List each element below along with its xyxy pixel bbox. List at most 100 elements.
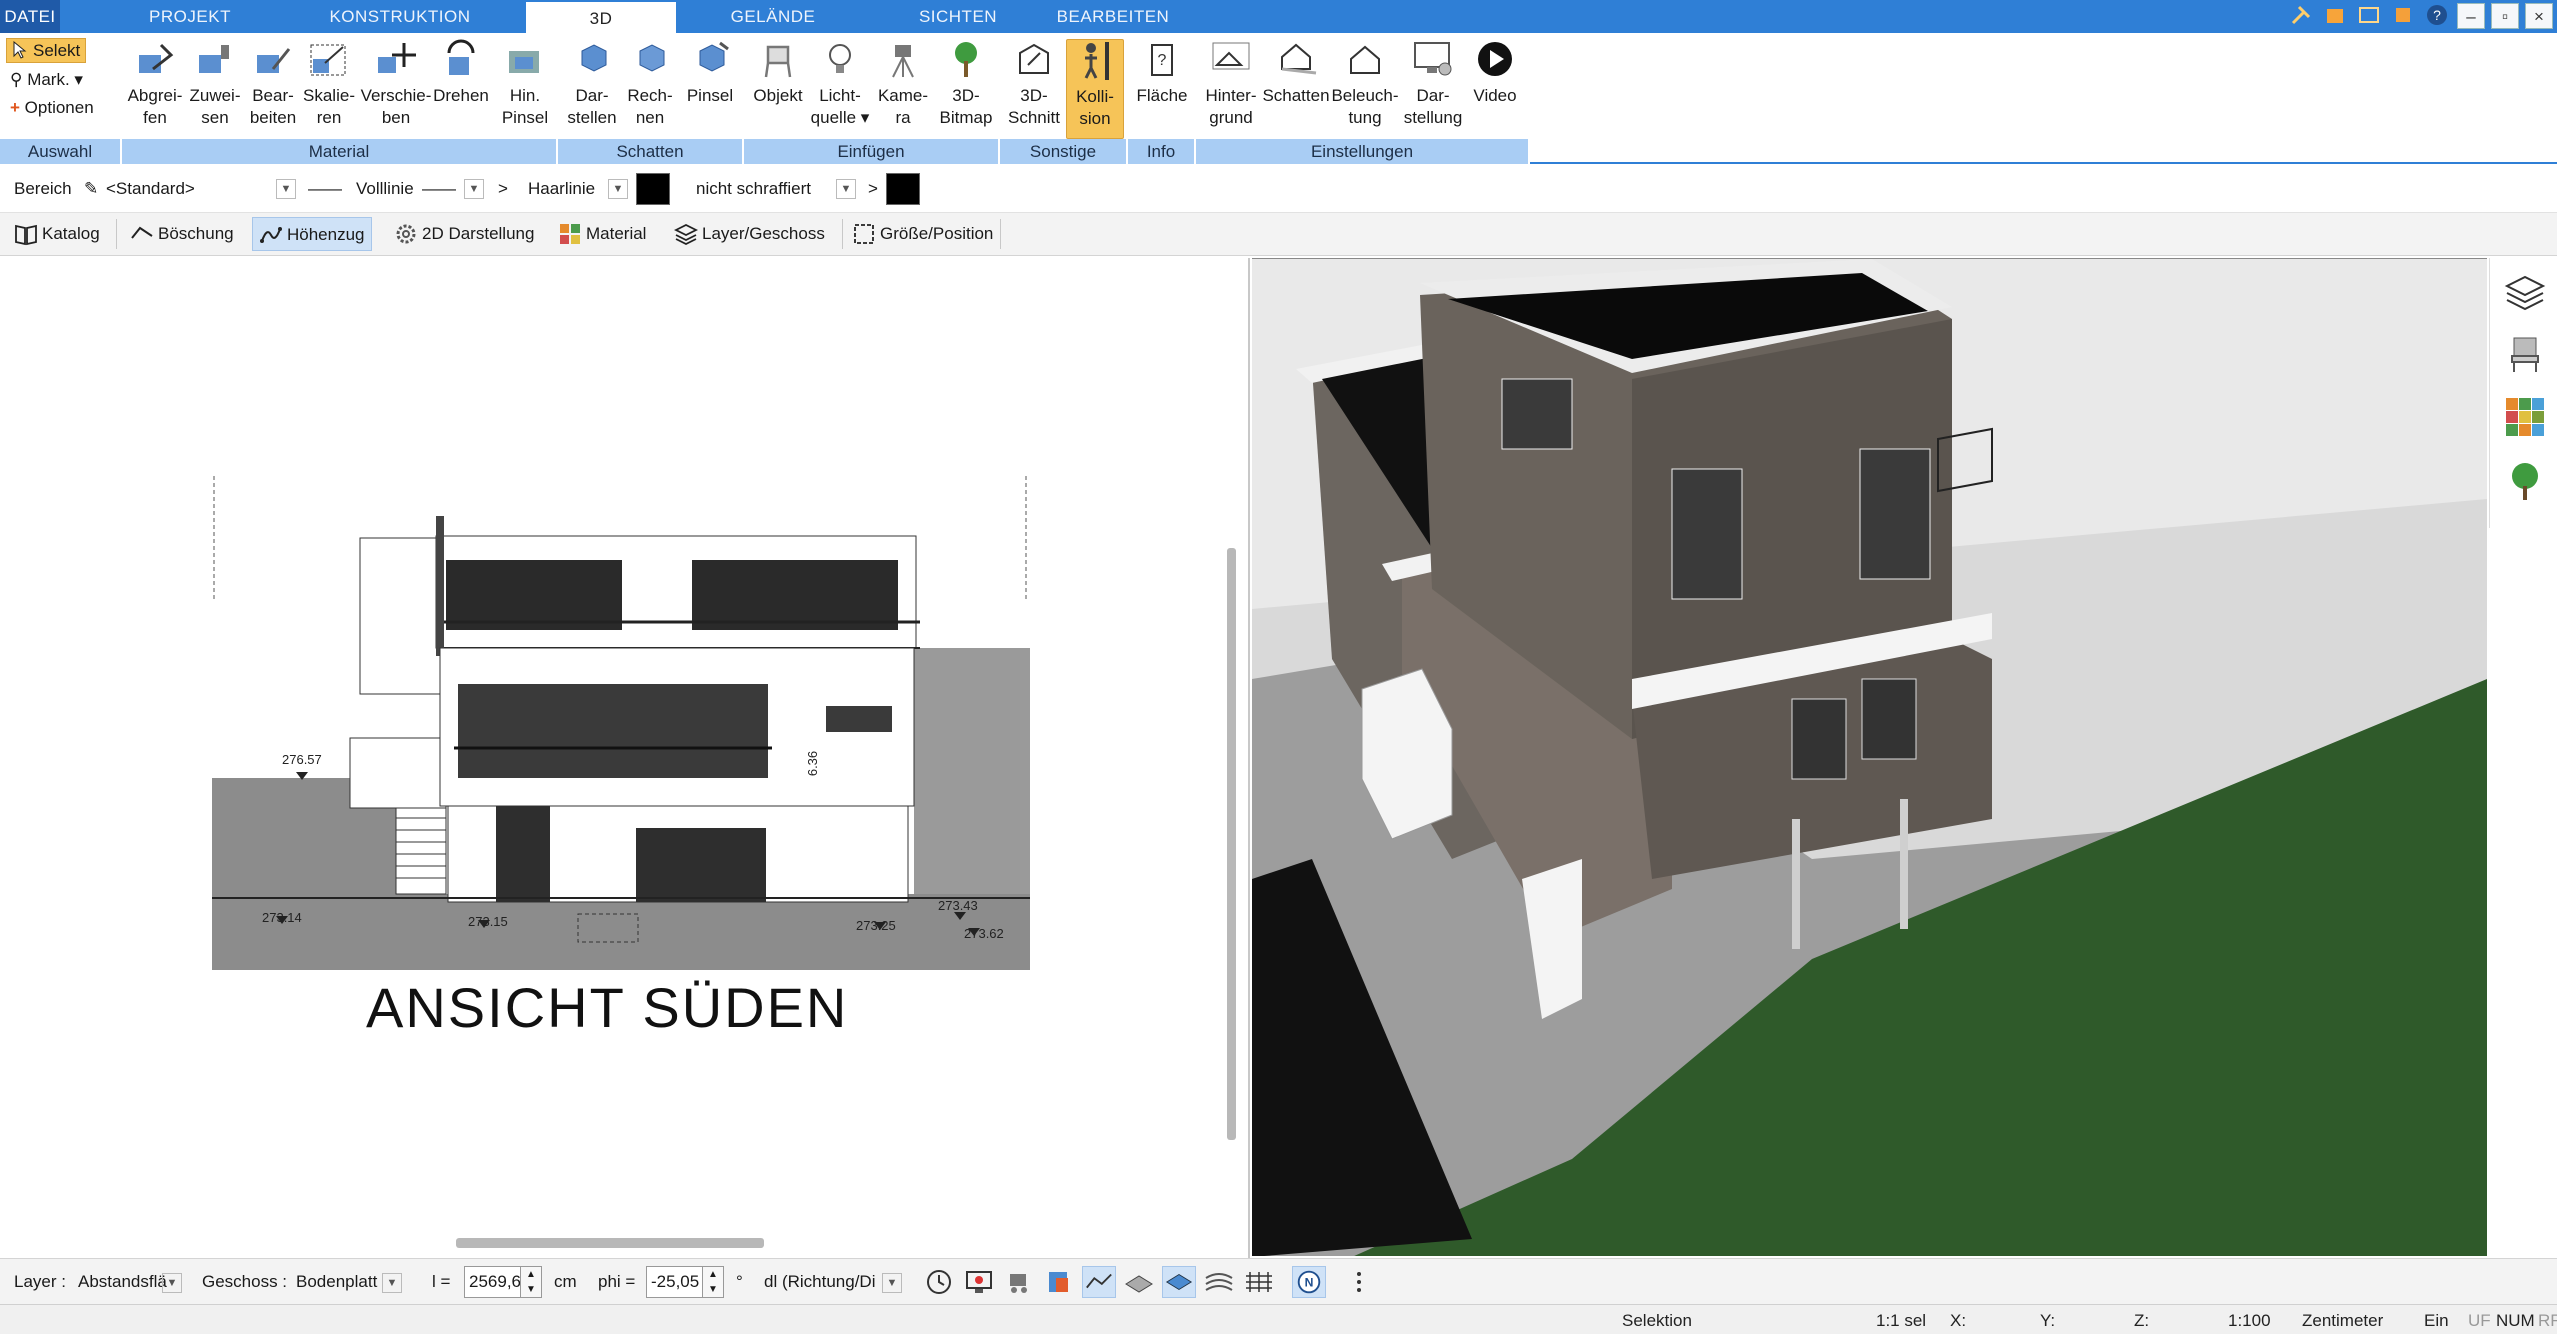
tab-sichten[interactable]: SICHTEN [880,0,1036,33]
elevation-drawing [212,476,1030,970]
gear-icon [396,224,416,244]
skalieren-label-2: ren [316,108,342,127]
direction-select-value[interactable]: dl (Richtung/Di [764,1271,876,1293]
length-input[interactable]: 2569,6 [464,1266,522,1298]
linetype-select-value[interactable]: Volllinie [356,178,414,200]
zuweisen-button[interactable]: Zuwei- sen [182,39,248,129]
verschieben-button[interactable]: Verschie- ben [358,39,434,129]
hoehenzug-button[interactable]: Höhenzug [252,217,372,251]
zuweisen-label-1: Zuwei- [189,86,241,105]
schatten-rechnen-button[interactable]: Rech- nen [620,39,680,129]
phi-spinner[interactable]: ▲ ▼ [702,1266,724,1298]
kollision-button[interactable]: Kolli- sion [1066,39,1124,139]
horizontal-scrollbar[interactable] [456,1238,764,1248]
group-label-auswahl: Auswahl [0,139,122,164]
schatten-darstellen-button[interactable]: Dar- stellen [562,39,622,129]
layer-geschoss-label: Layer/Geschoss [702,224,825,243]
objekt-button[interactable]: Objekt [744,39,812,107]
monitor-record-icon[interactable] [962,1266,996,1298]
material-rail-icon[interactable] [2504,396,2546,438]
linewidth-dropdown-arrow[interactable]: ▼ [608,179,628,199]
print-3d-icon[interactable] [1042,1266,1076,1298]
clock-icon[interactable] [922,1266,956,1298]
tools-icon[interactable] [2287,3,2315,29]
drehen-button[interactable]: Drehen [428,39,494,107]
input-row: Layer : Abstandsflä ▼ Geschoss : Bodenpl… [0,1258,2557,1304]
terrain-view-icon[interactable] [1082,1266,1116,1298]
abgreifen-button[interactable]: Abgrei- fen [122,39,188,129]
bearbeiten-label-2: beiten [249,108,297,127]
layer-geschoss-button[interactable]: Layer/Geschoss [668,217,831,251]
layer-select-value[interactable]: Abstandsflä [78,1271,167,1293]
style-select-value[interactable]: <Standard> [106,178,195,200]
geschoss-select-value[interactable]: Bodenplatt [296,1271,377,1293]
grid-icon[interactable] [1242,1266,1276,1298]
hin-pinsel-button[interactable]: Hin. Pinsel [492,39,558,129]
hatch-color-swatch[interactable] [886,173,920,205]
hintergrund-button[interactable]: Hinter- grund [1196,39,1266,129]
tab-3d[interactable]: 3D [526,0,676,33]
boeschung-button[interactable]: Böschung [124,217,240,251]
direction-dropdown-arrow[interactable]: ▼ [882,1273,902,1293]
view-toolbar: Katalog Böschung Höhenzug 2D Darstellung… [0,213,2557,256]
video-button[interactable]: Video [1464,39,1526,107]
3d-schnitt-button[interactable]: 3D- Schnitt [1002,39,1066,129]
phi-input[interactable]: -25,05 [646,1266,704,1298]
flaeche-button[interactable]: ? Fläche [1132,39,1192,107]
tab-gelaende[interactable]: GELÄNDE [700,0,846,33]
zuweisen-label-2: sen [201,108,229,127]
selekt-button[interactable]: Selekt [6,38,86,63]
material-button[interactable]: Material [552,217,652,251]
3d-view[interactable] [1252,258,2487,1256]
move-icon [378,43,416,73]
geschoss-dropdown-arrow[interactable]: ▼ [382,1273,402,1293]
mark-label: Mark. [27,70,70,89]
darstellung-button[interactable]: Dar- stellung [1398,39,1468,129]
surface-icon[interactable] [1122,1266,1156,1298]
line-color-swatch[interactable] [636,173,670,205]
beleuchtung-button[interactable]: Beleuch- tung [1330,39,1400,129]
tree-rail-icon[interactable] [2504,460,2546,502]
hatch-select-value[interactable]: nicht schraffiert [696,178,811,200]
style-dropdown-arrow[interactable]: ▼ [276,179,296,199]
kamera-button[interactable]: Kame- ra [872,39,934,129]
linetype-dropdown-arrow[interactable]: ▼ [464,179,484,199]
optionen-button[interactable]: + Optionen [10,97,94,119]
save-icon[interactable] [2389,3,2417,29]
selekt-label: Selekt [33,41,81,60]
2d-darstellung-button[interactable]: 2D Darstellung [388,217,540,251]
restore-button[interactable]: ▫ [2491,3,2519,29]
layers-rail-icon[interactable] [2504,272,2546,314]
help-icon[interactable]: ? [2423,3,2451,29]
skalieren-button[interactable]: Skalie- ren [296,39,362,129]
schatten-pinsel-button[interactable]: Pinsel [680,39,740,107]
section-cut-icon [1019,43,1049,74]
close-button[interactable]: × [2525,3,2553,29]
length-spinner[interactable]: ▲ ▼ [520,1266,542,1298]
more-options-icon[interactable] [1342,1266,1376,1298]
einst-schatten-button[interactable]: Schatten [1260,39,1332,107]
chair-rail-icon[interactable] [2504,332,2546,374]
katalog-button[interactable]: Katalog [8,217,106,251]
line-sample-1: —— [308,179,342,198]
camera-path-icon[interactable] [1002,1266,1036,1298]
tab-bearbeiten[interactable]: BEARBEITEN [1040,0,1186,33]
group-label-sonstige: Sonstige [1000,139,1128,164]
mark-button[interactable]: ⚲ Mark. ▾ [10,69,83,91]
floor-plate-icon[interactable] [1162,1266,1196,1298]
layer-dropdown-arrow[interactable]: ▼ [162,1273,182,1293]
hatch-dropdown-arrow[interactable]: ▼ [836,179,856,199]
house-shadow-icon [1281,43,1317,75]
lichtquelle-button[interactable]: Licht- quelle ▾ [806,39,874,129]
groesse-position-button[interactable]: Größe/Position [846,217,999,251]
plan-view-2d[interactable]: 276.57 273.14 273.15 273.25 273.43 273.6… [0,258,1250,1258]
folder-icon[interactable] [2321,3,2349,29]
window-layout-icon[interactable] [2355,3,2383,29]
3d-bitmap-button[interactable]: 3D- Bitmap [932,39,1000,129]
north-arrow-icon[interactable]: N [1292,1266,1326,1298]
tab-datei[interactable]: DATEI [0,0,60,33]
contour-lines-icon[interactable] [1202,1266,1236,1298]
linewidth-select-value[interactable]: Haarlinie [528,178,595,200]
vertical-scrollbar[interactable] [1227,548,1236,1140]
minimize-button[interactable]: – [2457,3,2485,29]
